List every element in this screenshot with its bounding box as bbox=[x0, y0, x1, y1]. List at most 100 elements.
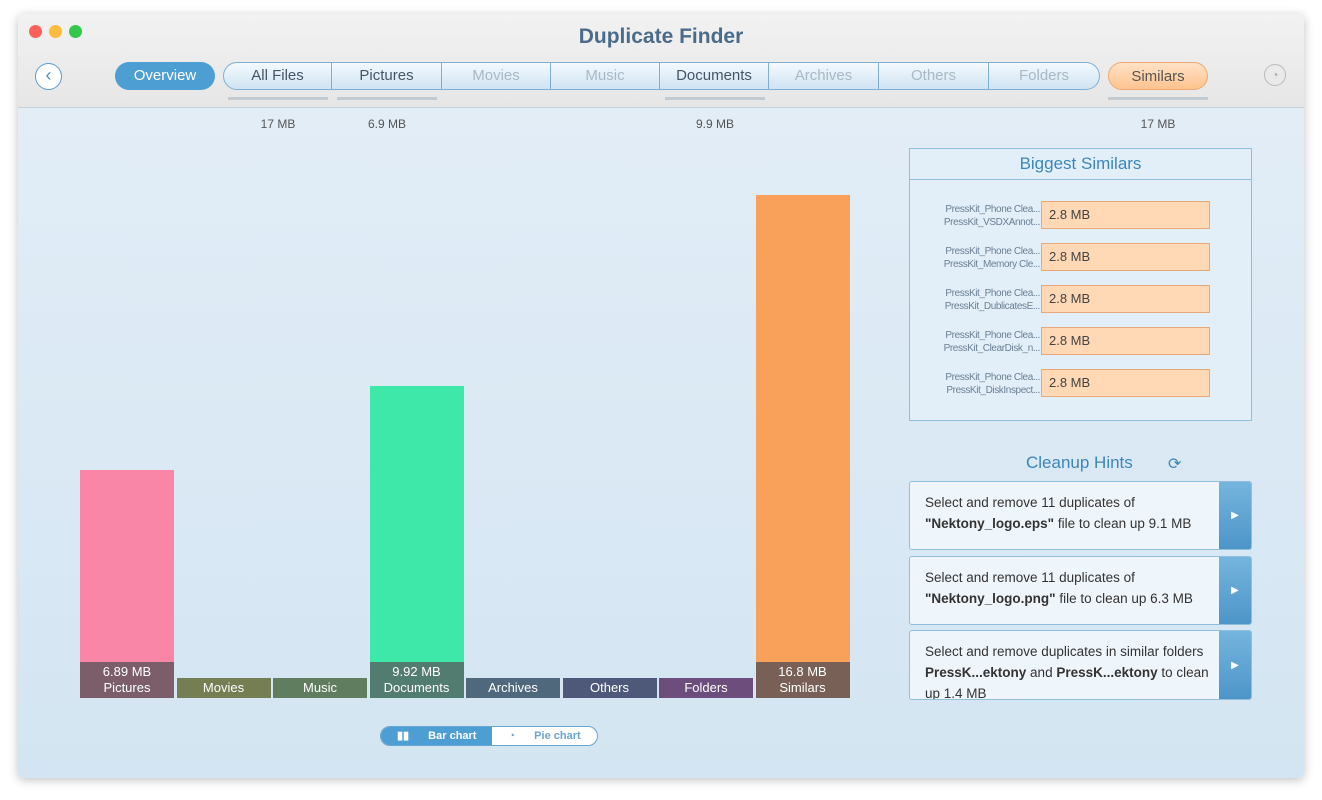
bar-label-others[interactable]: Others bbox=[562, 678, 657, 698]
tab-indicator bbox=[228, 97, 328, 100]
similar-item[interactable]: PressKit_Phone Clea... PressKit_DiskInspe… bbox=[910, 369, 1251, 399]
bar-label-music[interactable]: Music bbox=[273, 678, 367, 698]
play-arrow-icon: ▶ bbox=[1231, 585, 1239, 596]
bar-label-movies[interactable]: Movies bbox=[176, 678, 271, 698]
similar-size: 2.8 MB bbox=[1041, 369, 1210, 397]
similar-item[interactable]: PressKit_Phone Clea... PressKit_Memory Cl… bbox=[910, 243, 1251, 273]
hint-bold: "Nektony_logo.png" bbox=[925, 591, 1056, 606]
category-label: Movies bbox=[202, 680, 245, 695]
tab-others[interactable]: Others bbox=[879, 62, 989, 90]
hint-text-part: Select and remove duplicates in similar … bbox=[925, 644, 1204, 659]
apply-hint-button[interactable]: ▶ bbox=[1219, 631, 1251, 699]
similar-file-names: PressKit_Phone Clea... PressKit_Dublicate… bbox=[920, 287, 1041, 313]
cleanup-hint: Select and remove 11 duplicates of "Nekt… bbox=[909, 556, 1252, 625]
category-label: Others bbox=[589, 680, 629, 695]
bar-label-archives[interactable]: Archives bbox=[466, 678, 560, 698]
similar-file-names: PressKit_Phone Clea... PressKit_ClearDisk… bbox=[920, 329, 1041, 355]
similar-item[interactable]: PressKit_Phone Clea... PressKit_ClearDisk… bbox=[910, 327, 1251, 357]
similar-size: 2.8 MB bbox=[1041, 327, 1210, 355]
bar-value-label: 9.92 MB bbox=[392, 664, 441, 679]
biggest-similars-panel: Biggest Similars PressKit_Phone Clea... P… bbox=[909, 148, 1252, 421]
category-label: Pictures bbox=[103, 680, 151, 695]
hint-text: Select and remove 11 duplicates of "Nekt… bbox=[925, 492, 1215, 534]
bar-chart-button[interactable]: ▮▮ Bar chart bbox=[381, 727, 493, 745]
tab-indicator bbox=[337, 97, 437, 100]
category-label: Archives bbox=[488, 680, 538, 695]
category-label: Folders bbox=[684, 680, 728, 695]
hint-text-part: file to clean up 6.3 MB bbox=[1055, 591, 1193, 606]
hint-text-part: and bbox=[1026, 665, 1057, 680]
similar-size: 2.8 MB bbox=[1041, 243, 1210, 271]
rss-icon[interactable]: ◔ bbox=[1264, 64, 1286, 86]
tab-pictures[interactable]: Pictures bbox=[332, 62, 442, 90]
hint-text: Select and remove duplicates in similar … bbox=[925, 641, 1215, 699]
tab-folders[interactable]: Folders bbox=[989, 62, 1100, 90]
bar-value-label: 16.8 MB bbox=[778, 664, 827, 679]
toolbar: Duplicate Finder ‹ Overview All Files Pic… bbox=[18, 14, 1304, 108]
similars-size: 17 MB bbox=[1140, 117, 1176, 131]
bar-documents[interactable] bbox=[369, 386, 464, 662]
cleanup-hint: Select and remove 11 duplicates of "Nekt… bbox=[909, 481, 1252, 550]
refresh-icon[interactable]: ⟳ bbox=[1168, 454, 1181, 474]
bar-label-documents[interactable]: 9.92 MB Documents bbox=[369, 662, 464, 698]
similar-size: 2.8 MB bbox=[1041, 285, 1210, 313]
similars-indicator bbox=[1108, 97, 1208, 100]
chart-type-toggle[interactable]: ▮▮ Bar chart ◔ Pie chart bbox=[380, 726, 598, 746]
similar-file-names: PressKit_Phone Clea... PressKit_Memory Cl… bbox=[920, 245, 1041, 271]
play-arrow-icon: ▶ bbox=[1231, 510, 1239, 521]
tab-similars[interactable]: Similars bbox=[1108, 62, 1208, 90]
similar-file-names: PressKit_Phone Clea... PressKit_DiskInspe… bbox=[920, 371, 1040, 397]
file-name-b: PressKit_DublicatesE... bbox=[944, 301, 1041, 312]
tab-size: 6.9 MB bbox=[367, 117, 406, 131]
bar-label-folders[interactable]: Folders bbox=[659, 678, 753, 698]
hint-bold: PressK...ektony bbox=[925, 665, 1027, 680]
tab-size: 17 MB bbox=[260, 117, 296, 131]
file-name-b: PressKit_VSDXAnnot... bbox=[943, 217, 1040, 228]
file-name-a: PressKit_Phone Clea... bbox=[945, 372, 1040, 383]
back-button[interactable]: ‹ bbox=[35, 63, 62, 90]
tab-movies[interactable]: Movies bbox=[442, 62, 551, 90]
category-label: Music bbox=[303, 680, 337, 695]
file-name-a: PressKit_Phone Clea... bbox=[945, 330, 1040, 341]
similar-item[interactable]: PressKit_Phone Clea... PressKit_VSDXAnnot… bbox=[910, 201, 1251, 231]
hint-text-part: file to clean up 9.1 MB bbox=[1054, 516, 1192, 531]
tab-archives[interactable]: Archives bbox=[769, 62, 879, 90]
category-label: Documents bbox=[383, 680, 450, 695]
similar-item[interactable]: PressKit_Phone Clea... PressKit_Dublicate… bbox=[910, 285, 1251, 315]
file-name-b: PressKit_DiskInspect... bbox=[946, 385, 1040, 396]
file-name-a: PressKit_Phone Clea... bbox=[945, 288, 1040, 299]
category-label: Similars bbox=[779, 680, 826, 695]
pie-chart-button[interactable]: ◔ Pie chart bbox=[492, 727, 596, 745]
bar-value-label: 6.89 MB bbox=[102, 664, 152, 679]
file-name-b: PressKit_ClearDisk_n... bbox=[943, 343, 1041, 354]
file-name-b: PressKit_Memory Cle... bbox=[943, 259, 1041, 270]
tab-music[interactable]: Music bbox=[551, 62, 660, 90]
app-window: Duplicate Finder ‹ Overview All Files Pic… bbox=[18, 14, 1304, 778]
hint-bold: PressK...ektony bbox=[1056, 665, 1158, 680]
cleanup-hint: Select and remove duplicates in similar … bbox=[909, 630, 1252, 700]
pie-chart-icon: ◔ bbox=[508, 730, 519, 742]
tab-overview[interactable]: Overview bbox=[115, 62, 215, 90]
biggest-similars-title: Biggest Similars bbox=[910, 149, 1251, 180]
bar-label-similars[interactable]: 16.8 MB Similars bbox=[755, 662, 850, 698]
similar-size: 2.8 MB bbox=[1041, 201, 1210, 229]
hint-text: Select and remove 11 duplicates of "Nekt… bbox=[925, 567, 1215, 609]
file-name-a: PressKit_Phone Clea... bbox=[945, 204, 1040, 215]
bar-pictures[interactable] bbox=[80, 470, 174, 662]
similar-file-names: PressKit_Phone Clea... PressKit_VSDXAnnot… bbox=[920, 203, 1040, 229]
bar-chart-icon: ▮▮ bbox=[397, 730, 413, 742]
apply-hint-button[interactable]: ▶ bbox=[1219, 482, 1251, 549]
window-title: Duplicate Finder bbox=[578, 25, 744, 48]
apply-hint-button[interactable]: ▶ bbox=[1219, 557, 1251, 624]
file-name-a: PressKit_Phone Clea... bbox=[945, 246, 1040, 257]
hint-text-part: Select and remove 11 duplicates of bbox=[925, 570, 1135, 585]
tab-size: 9.9 MB bbox=[695, 117, 734, 131]
tab-indicator bbox=[665, 97, 765, 100]
chevron-left-icon: ‹ bbox=[45, 65, 52, 85]
bar-similars[interactable] bbox=[755, 194, 850, 662]
tab-all-files[interactable]: All Files bbox=[223, 62, 332, 90]
bar-label-pictures[interactable]: 6.89 MB Pictures bbox=[80, 662, 174, 698]
tab-documents[interactable]: Documents bbox=[660, 62, 769, 90]
hint-text-part: Select and remove 11 duplicates of bbox=[925, 495, 1135, 510]
cleanup-hints-title: Cleanup Hints bbox=[1026, 453, 1133, 472]
